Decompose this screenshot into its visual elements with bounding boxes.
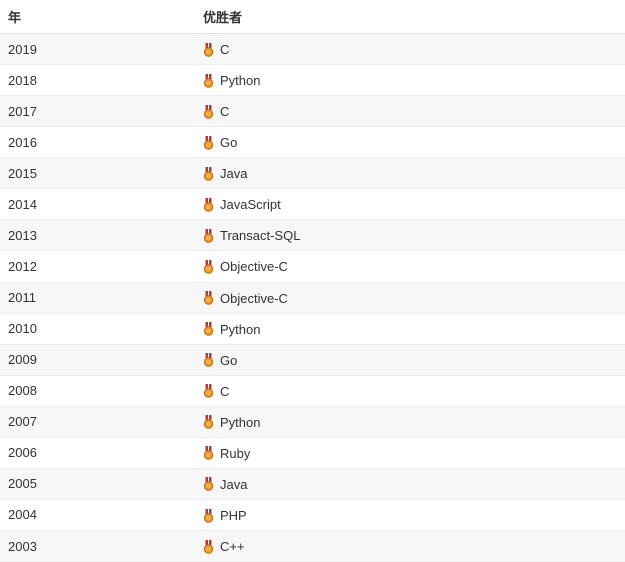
table-row: 2013 Transact-SQL xyxy=(0,220,625,251)
medal-icon xyxy=(203,415,214,429)
table-row: 2005 Java xyxy=(0,468,625,499)
cell-winner: Transact-SQL xyxy=(195,220,625,251)
medal-icon xyxy=(203,322,214,336)
table-row: 2014 JavaScript xyxy=(0,189,625,220)
cell-winner: C xyxy=(195,34,625,65)
winner-name: C xyxy=(220,42,229,57)
cell-year: 2019 xyxy=(0,34,195,65)
table-row: 2007 Python xyxy=(0,406,625,437)
medal-icon xyxy=(203,446,214,460)
medal-icon xyxy=(203,477,214,491)
header-winner: 优胜者 xyxy=(195,0,625,34)
cell-winner: Java xyxy=(195,158,625,189)
cell-winner: Python xyxy=(195,406,625,437)
medal-icon xyxy=(203,229,214,243)
cell-winner: Go xyxy=(195,344,625,375)
table-row: 2008 C xyxy=(0,375,625,406)
cell-year: 2015 xyxy=(0,158,195,189)
winner-name: Python xyxy=(220,73,260,88)
cell-year: 2016 xyxy=(0,127,195,158)
winners-table: 年 优胜者 2019 C2018 Python2017 C2016 Go2015… xyxy=(0,0,625,562)
winner-name: Go xyxy=(220,353,237,368)
cell-year: 2008 xyxy=(0,375,195,406)
cell-winner: C xyxy=(195,375,625,406)
medal-icon xyxy=(203,167,214,181)
cell-winner: Objective-C xyxy=(195,251,625,282)
table-row: 2011 Objective-C xyxy=(0,282,625,313)
cell-year: 2012 xyxy=(0,251,195,282)
cell-year: 2005 xyxy=(0,468,195,499)
cell-year: 2014 xyxy=(0,189,195,220)
medal-icon xyxy=(203,43,214,57)
table-row: 2004 PHP xyxy=(0,499,625,530)
table-row: 2015 Java xyxy=(0,158,625,189)
cell-winner: C xyxy=(195,96,625,127)
medal-icon xyxy=(203,353,214,367)
winner-name: C++ xyxy=(220,539,245,554)
cell-year: 2017 xyxy=(0,96,195,127)
header-year: 年 xyxy=(0,0,195,34)
winner-name: JavaScript xyxy=(220,197,281,212)
medal-icon xyxy=(203,384,214,398)
cell-year: 2003 xyxy=(0,531,195,562)
medal-icon xyxy=(203,136,214,150)
table-row: 2006 Ruby xyxy=(0,437,625,468)
medal-icon xyxy=(203,291,214,305)
medal-icon xyxy=(203,540,214,554)
cell-winner: C++ xyxy=(195,531,625,562)
cell-winner: Go xyxy=(195,127,625,158)
cell-winner: Python xyxy=(195,65,625,96)
cell-year: 2009 xyxy=(0,344,195,375)
cell-winner: Java xyxy=(195,468,625,499)
medal-icon xyxy=(203,198,214,212)
winner-name: Go xyxy=(220,135,237,150)
cell-year: 2007 xyxy=(0,406,195,437)
winner-name: Java xyxy=(220,166,247,181)
winner-name: Objective-C xyxy=(220,260,288,275)
cell-winner: JavaScript xyxy=(195,189,625,220)
table-row: 2012 Objective-C xyxy=(0,251,625,282)
winner-name: Java xyxy=(220,477,247,492)
winner-name: C xyxy=(220,104,229,119)
cell-winner: PHP xyxy=(195,499,625,530)
cell-winner: Ruby xyxy=(195,437,625,468)
medal-icon xyxy=(203,105,214,119)
winner-name: C xyxy=(220,384,229,399)
cell-year: 2011 xyxy=(0,282,195,313)
winner-name: Python xyxy=(220,322,260,337)
medal-icon xyxy=(203,260,214,274)
cell-year: 2006 xyxy=(0,437,195,468)
winner-name: Ruby xyxy=(220,446,250,461)
cell-year: 2010 xyxy=(0,313,195,344)
table-row: 2019 C xyxy=(0,34,625,65)
cell-year: 2004 xyxy=(0,499,195,530)
cell-year: 2018 xyxy=(0,65,195,96)
medal-icon xyxy=(203,509,214,523)
table-row: 2016 Go xyxy=(0,127,625,158)
table-row: 2017 C xyxy=(0,96,625,127)
winner-name: Python xyxy=(220,415,260,430)
winner-name: Objective-C xyxy=(220,291,288,306)
cell-winner: Python xyxy=(195,313,625,344)
cell-winner: Objective-C xyxy=(195,282,625,313)
winner-name: Transact-SQL xyxy=(220,228,300,243)
table-row: 2003 C++ xyxy=(0,531,625,562)
cell-year: 2013 xyxy=(0,220,195,251)
table-row: 2010 Python xyxy=(0,313,625,344)
table-header-row: 年 优胜者 xyxy=(0,0,625,34)
table-row: 2009 Go xyxy=(0,344,625,375)
table-row: 2018 Python xyxy=(0,65,625,96)
winner-name: PHP xyxy=(220,508,247,523)
medal-icon xyxy=(203,74,214,88)
